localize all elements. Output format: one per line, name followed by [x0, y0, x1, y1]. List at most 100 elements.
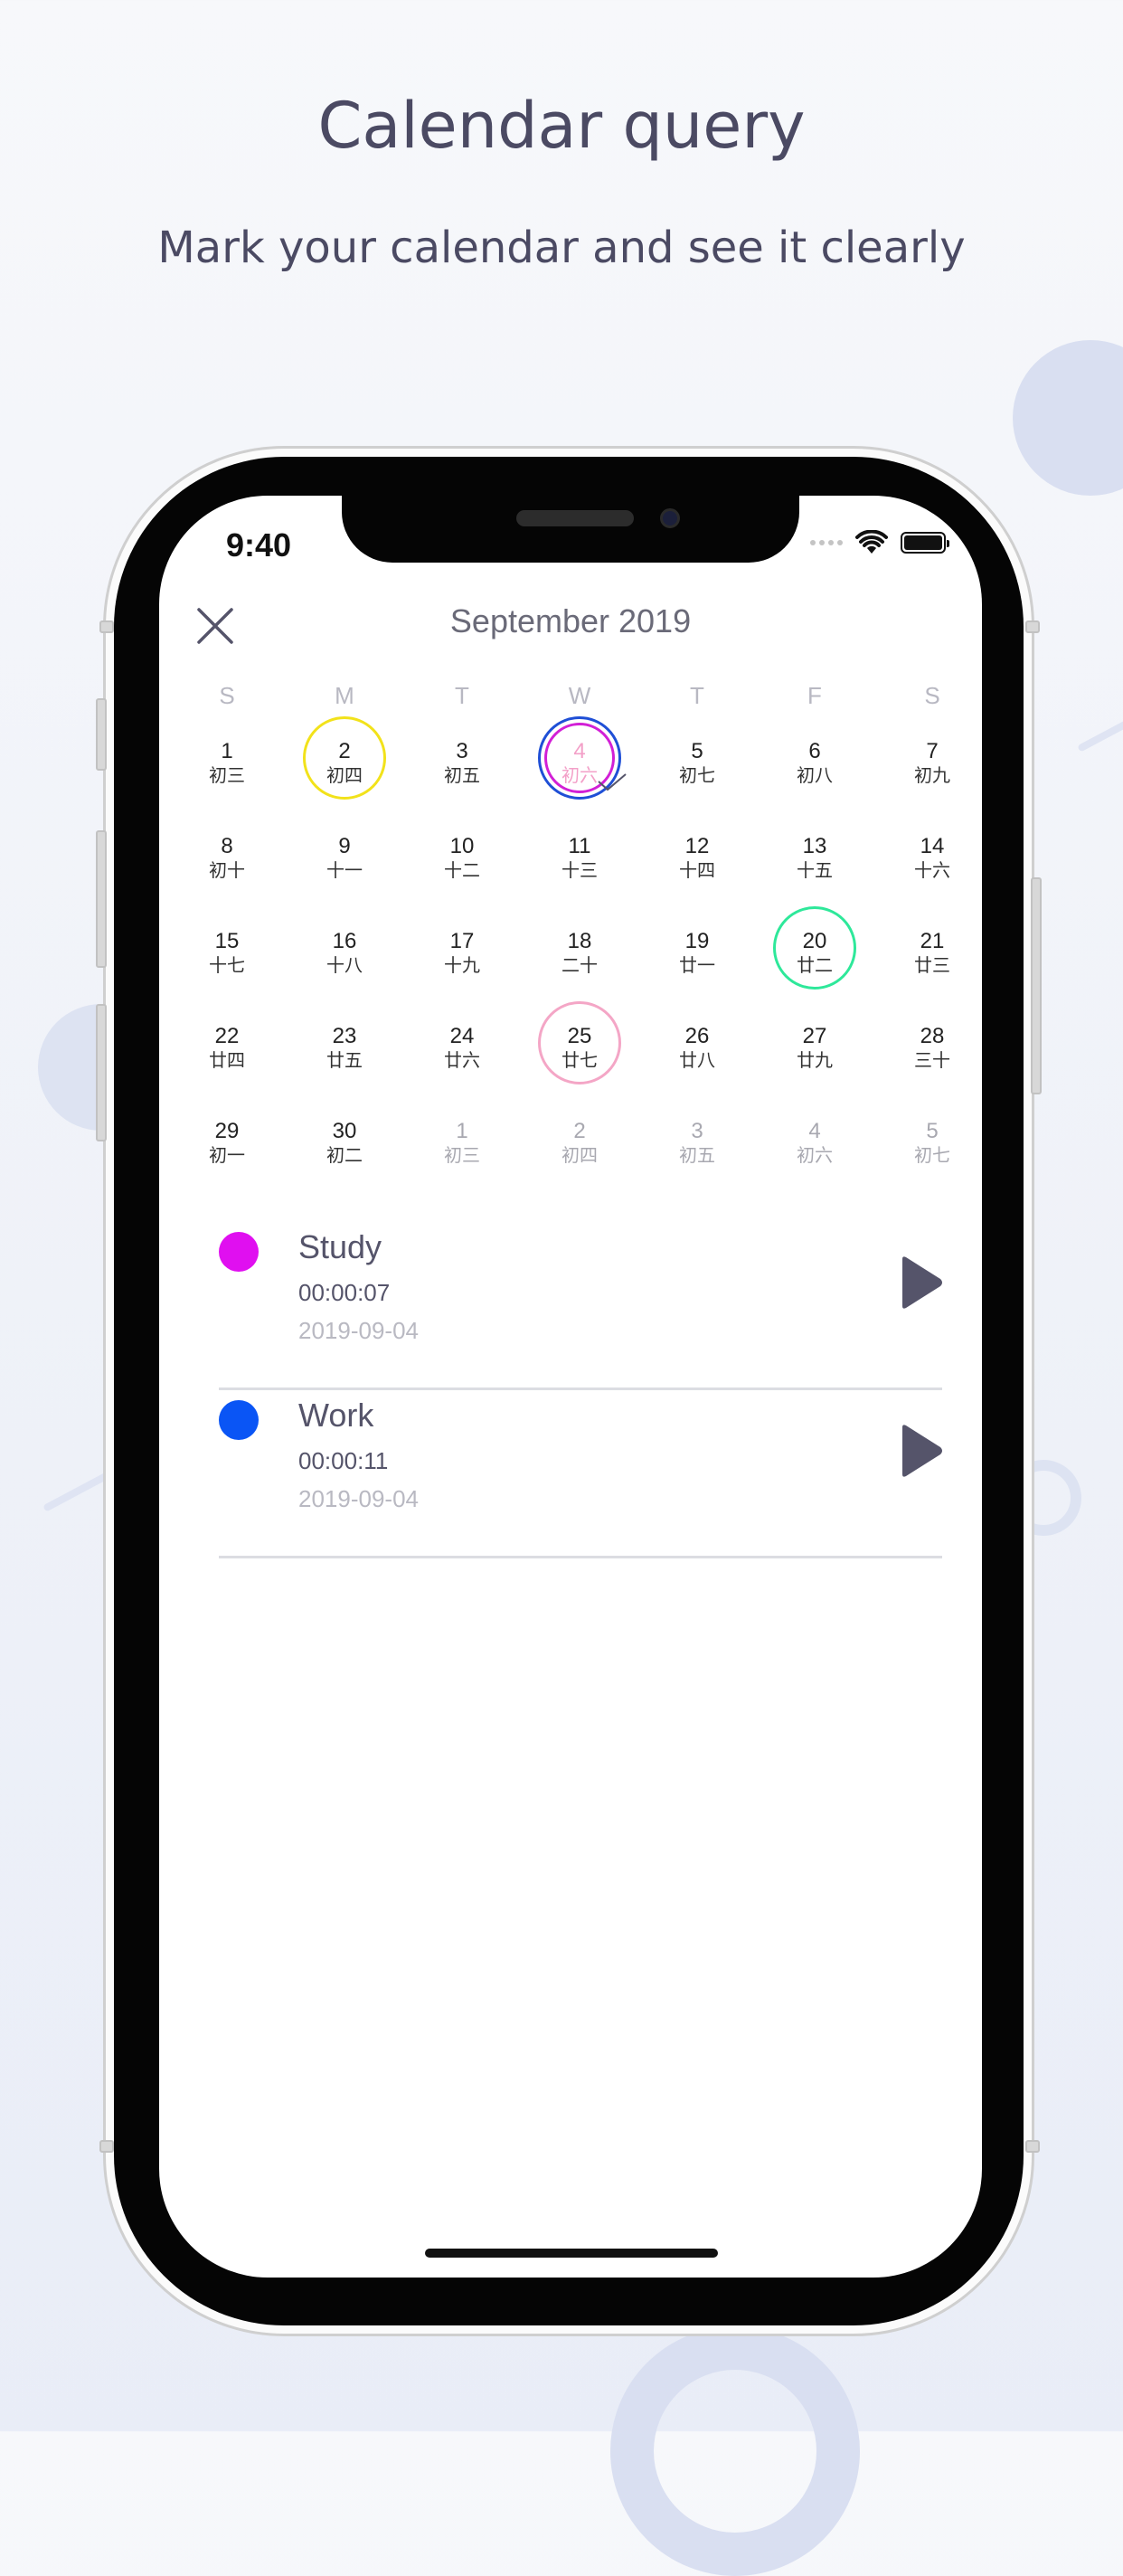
decorative-line [1077, 695, 1123, 753]
day-number: 15 [214, 929, 240, 953]
calendar-day[interactable]: 19 廿一 [638, 928, 756, 1018]
signal-icon [810, 540, 843, 545]
lunar-date: 十一 [326, 861, 363, 881]
calendar-day[interactable]: 14 十六 [873, 833, 982, 923]
day-number: 22 [214, 1024, 240, 1048]
calendar-day[interactable]: 7 初九 [873, 738, 982, 829]
lunar-date: 廿三 [914, 956, 950, 976]
lunar-date: 十七 [209, 956, 245, 976]
lunar-date: 廿五 [326, 1051, 363, 1071]
weekday-label: M [335, 682, 354, 709]
weekday-label: W [568, 682, 591, 709]
lunar-date: 三十 [914, 1051, 950, 1071]
lunar-date: 十九 [444, 956, 480, 976]
event-date: 2019-09-04 [298, 1485, 419, 1512]
calendar-day[interactable]: 24 廿六 [403, 1023, 521, 1113]
lunar-date: 廿二 [797, 956, 833, 976]
page-subtitle: Mark your calendar and see it clearly [157, 223, 966, 273]
phone-side-button [1025, 620, 1040, 633]
day-number: 17 [449, 929, 475, 953]
wifi-icon [855, 530, 888, 554]
lunar-date: 初一 [209, 1146, 245, 1166]
lunar-date: 初三 [444, 1146, 480, 1166]
lunar-date: 初六 [562, 766, 598, 786]
lunar-date: 初六 [797, 1146, 833, 1166]
day-number: 24 [449, 1024, 475, 1048]
day-number: 5 [926, 1119, 939, 1143]
day-number: 16 [332, 929, 357, 953]
day-number: 6 [808, 739, 821, 763]
calendar-day[interactable]: 10 十二 [403, 833, 521, 923]
calendar-day[interactable]: 17 十九 [403, 928, 521, 1018]
calendar-day-other-month[interactable]: 3 初五 [638, 1118, 756, 1208]
calendar-day[interactable]: 20 廿二 [756, 928, 873, 1018]
lunar-date: 廿八 [679, 1051, 715, 1071]
calendar-day-other-month[interactable]: 1 初三 [403, 1118, 521, 1208]
calendar-day[interactable]: 8 初十 [168, 833, 286, 923]
day-number: 21 [920, 929, 945, 953]
event-name: Work [298, 1397, 374, 1434]
calendar-day-other-month[interactable]: 5 初七 [873, 1118, 982, 1208]
calendar-day[interactable]: 26 廿八 [638, 1023, 756, 1113]
phone-side-button [96, 1004, 107, 1141]
weekday-label: T [455, 682, 469, 709]
notch [342, 496, 799, 563]
event-color-dot [219, 1400, 259, 1440]
calendar-day[interactable]: 23 廿五 [286, 1023, 403, 1113]
day-number: 4 [808, 1119, 821, 1143]
calendar-day[interactable]: 25 廿七 [521, 1023, 638, 1113]
event-row[interactable]: Study 00:00:07 2019-09-04 [219, 1219, 942, 1390]
calendar-day[interactable]: 4 初六 [521, 738, 638, 829]
home-indicator[interactable] [425, 2249, 718, 2258]
calendar-day[interactable]: 6 初八 [756, 738, 873, 829]
calendar-day[interactable]: 29 初一 [168, 1118, 286, 1208]
day-number: 9 [338, 834, 351, 858]
day-number: 23 [332, 1024, 357, 1048]
lunar-date: 十五 [797, 861, 833, 881]
play-icon[interactable] [899, 1255, 944, 1310]
lunar-date: 初三 [209, 766, 245, 786]
decorative-circle [1013, 340, 1123, 496]
status-icons [810, 530, 949, 555]
day-number: 13 [802, 834, 827, 858]
calendar-day[interactable]: 15 十七 [168, 928, 286, 1018]
day-number: 1 [456, 1119, 468, 1143]
day-number: 11 [568, 834, 591, 858]
day-number: 20 [802, 929, 827, 953]
calendar-day[interactable]: 22 廿四 [168, 1023, 286, 1113]
lunar-date: 十二 [444, 861, 480, 881]
lunar-date: 廿六 [444, 1051, 480, 1071]
day-number: 8 [221, 834, 233, 858]
phone-side-button [99, 620, 114, 633]
day-number: 3 [456, 739, 468, 763]
calendar-day[interactable]: 9 十一 [286, 833, 403, 923]
lunar-date: 初二 [326, 1146, 363, 1166]
calendar-day[interactable]: 2 初四 [286, 738, 403, 829]
lunar-date: 初五 [679, 1146, 715, 1166]
calendar-day[interactable]: 1 初三 [168, 738, 286, 829]
month-title: September 2019 [449, 602, 692, 639]
day-number: 26 [684, 1024, 710, 1048]
lunar-date: 初八 [797, 766, 833, 786]
calendar-day[interactable]: 28 三十 [873, 1023, 982, 1113]
calendar-day[interactable]: 30 初二 [286, 1118, 403, 1208]
lunar-date: 初五 [444, 766, 480, 786]
calendar-day[interactable]: 5 初七 [638, 738, 756, 829]
lunar-date: 初四 [562, 1146, 598, 1166]
weekday-label: S [219, 682, 235, 709]
calendar-day[interactable]: 3 初五 [403, 738, 521, 829]
calendar-day[interactable]: 12 十四 [638, 833, 756, 923]
lunar-date: 廿九 [797, 1051, 833, 1071]
lunar-date: 十三 [562, 861, 598, 881]
calendar-day[interactable]: 16 十八 [286, 928, 403, 1018]
event-row[interactable]: Work 00:00:11 2019-09-04 [219, 1387, 942, 1558]
weekday-label: T [690, 682, 704, 709]
calendar-day-other-month[interactable]: 2 初四 [521, 1118, 638, 1208]
calendar-day[interactable]: 21 廿三 [873, 928, 982, 1018]
day-number: 30 [332, 1119, 357, 1143]
calendar-day[interactable]: 27 廿九 [756, 1023, 873, 1113]
play-icon[interactable] [899, 1424, 944, 1478]
calendar-day[interactable]: 11 十三 [521, 833, 638, 923]
calendar-day-other-month[interactable]: 4 初六 [756, 1118, 873, 1208]
phone-side-button [96, 698, 107, 771]
